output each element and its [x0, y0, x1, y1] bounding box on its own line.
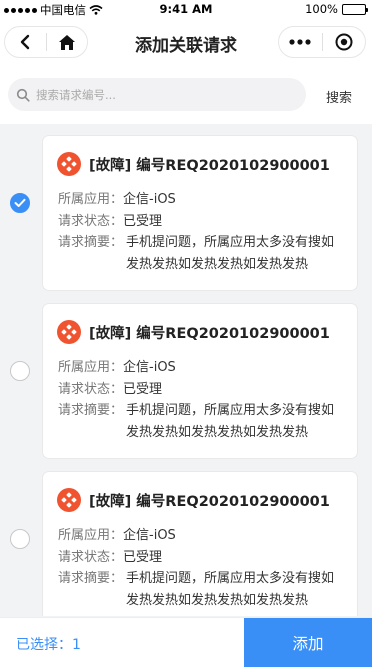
app-field: 所属应用：企信-iOS [58, 524, 176, 543]
select-radio[interactable] [10, 193, 30, 213]
summary-label: 请求摘要： [58, 403, 124, 418]
search-input[interactable] [36, 87, 286, 102]
app-value: 企信-iOS [123, 192, 176, 207]
request-title: [故障] 编号REQ2020102900001 [89, 493, 330, 510]
search-button[interactable]: 搜索 [326, 87, 352, 106]
nav-capsule-right [278, 26, 366, 58]
app-field: 所属应用：企信-iOS [58, 188, 176, 207]
summary-value: 手机提问题，所属应用太多没有搜如发热发热如发热发热如发热发热 [126, 235, 335, 272]
summary-label: 请求摘要： [58, 235, 124, 250]
status-value: 已受理 [123, 382, 163, 397]
add-button[interactable]: 添加 [244, 618, 372, 667]
list-item: [故障] 编号REQ2020102900001 所属应用：企信-iOS 请求状态… [0, 460, 372, 616]
list-item: [故障] 编号REQ2020102900001 所属应用：企信-iOS 请求状态… [0, 292, 372, 460]
app-label: 所属应用： [58, 528, 124, 543]
selected-count: 已选择：1 [16, 637, 81, 653]
status-value: 已受理 [123, 214, 163, 229]
status-field: 请求状态：已受理 [58, 210, 162, 229]
battery-icon [342, 3, 368, 15]
checkmark-icon [14, 198, 26, 207]
request-card[interactable]: [故障] 编号REQ2020102900001 所属应用：企信-iOS 请求状态… [42, 471, 358, 616]
app-label: 所属应用： [58, 360, 124, 375]
app-field: 所属应用：企信-iOS [58, 356, 176, 375]
app-label: 所属应用： [58, 192, 124, 207]
bottom-action-bar: 已选择：1 添加 [0, 617, 372, 667]
status-label: 请求状态： [58, 214, 124, 229]
status-value: 已受理 [123, 550, 163, 565]
list-item: [故障] 编号REQ2020102900001 所属应用：企信-iOS 请求状态… [0, 124, 372, 292]
status-field: 请求状态：已受理 [58, 378, 162, 397]
search-bar: 搜索 [0, 68, 372, 124]
summary-label: 请求摘要： [58, 571, 124, 586]
request-title: [故障] 编号REQ2020102900001 [89, 157, 330, 174]
request-card[interactable]: [故障] 编号REQ2020102900001 所属应用：企信-iOS 请求状态… [42, 303, 358, 459]
summary-value: 手机提问题，所属应用太多没有搜如发热发热如发热发热如发热发热 [126, 403, 335, 440]
fault-badge-icon [57, 320, 81, 344]
more-button[interactable] [279, 27, 322, 57]
select-radio[interactable] [10, 361, 30, 381]
nav-bar: 添加关联请求 [0, 18, 372, 68]
status-bar: 中国电信 9:41 AM 100% [0, 0, 372, 18]
request-title: [故障] 编号REQ2020102900001 [89, 325, 330, 342]
select-radio[interactable] [10, 529, 30, 549]
more-dots-icon [289, 39, 311, 45]
fault-badge-icon [57, 152, 81, 176]
summary-value: 手机提问题，所属应用太多没有搜如发热发热如发热发热如发热发热 [126, 571, 335, 608]
fault-badge-icon [57, 488, 81, 512]
app-value: 企信-iOS [123, 528, 176, 543]
request-list: [故障] 编号REQ2020102900001 所属应用：企信-iOS 请求状态… [0, 124, 372, 616]
request-card[interactable]: [故障] 编号REQ2020102900001 所属应用：企信-iOS 请求状态… [42, 135, 358, 291]
status-field: 请求状态：已受理 [58, 546, 162, 565]
search-icon [16, 88, 30, 102]
battery-percent: 100% [305, 2, 338, 16]
status-label: 请求状态： [58, 382, 124, 397]
search-box [8, 78, 306, 111]
status-label: 请求状态： [58, 550, 124, 565]
app-value: 企信-iOS [123, 360, 176, 375]
target-circle-icon [335, 33, 353, 51]
close-miniprogram-button[interactable] [323, 27, 366, 57]
